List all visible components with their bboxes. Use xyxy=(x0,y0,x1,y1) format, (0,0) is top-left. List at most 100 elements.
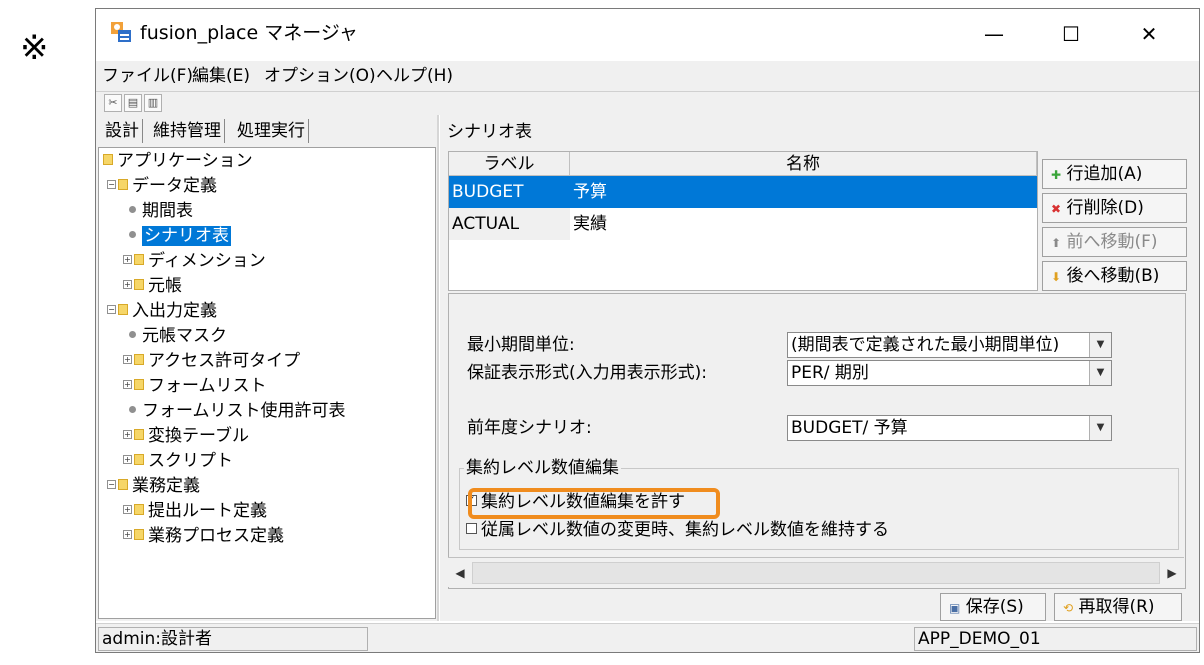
column-header-label[interactable]: ラベル xyxy=(449,152,570,176)
delete-row-button[interactable]: ✖ 行削除(D) xyxy=(1042,193,1187,223)
display-format-select[interactable]: PER/ 期別 ▼ xyxy=(787,360,1112,386)
delete-icon: ✖ xyxy=(1051,202,1062,216)
scroll-right-icon[interactable]: ▶ xyxy=(1162,562,1182,584)
tree-node-ledger-mask[interactable]: 元帳マスク xyxy=(127,325,227,347)
maximize-button[interactable]: ☐ xyxy=(1048,17,1094,51)
note-mark: ※ xyxy=(20,28,49,68)
cell-name: 予算 xyxy=(573,182,607,202)
expand-icon[interactable]: + xyxy=(123,530,132,539)
display-format-label: 保証表示形式(入力用表示形式): xyxy=(467,363,707,383)
leaf-icon xyxy=(129,406,136,413)
folder-icon xyxy=(134,354,144,365)
tab-maintenance[interactable]: 維持管理 xyxy=(150,119,225,143)
tree-node-period-table[interactable]: 期間表 xyxy=(127,200,193,222)
expand-icon[interactable]: + xyxy=(123,380,132,389)
reload-button[interactable]: ⟲ 再取得(R) xyxy=(1054,593,1182,621)
folder-icon xyxy=(118,304,128,315)
min-period-select[interactable]: (期間表で定義された最小期間単位) ▼ xyxy=(787,332,1112,358)
copy-icon[interactable]: ▤ xyxy=(124,94,142,112)
scrollbar-track[interactable] xyxy=(472,562,1160,584)
group-title: 集約レベル数値編集 xyxy=(464,457,621,479)
cell-name: 実績 xyxy=(573,214,607,234)
app-icon xyxy=(111,22,131,42)
status-app: APP_DEMO_01 xyxy=(914,627,1197,651)
chevron-down-icon: ▼ xyxy=(1089,333,1111,357)
status-bar: admin:設計者 APP_DEMO_01 xyxy=(96,623,1199,652)
tree-node-dimension[interactable]: + ディメンション xyxy=(123,250,266,272)
tab-design[interactable]: 設計 xyxy=(102,119,143,143)
cell-label: ACTUAL xyxy=(449,208,570,240)
tree-node-form-list[interactable]: + フォームリスト xyxy=(123,375,267,397)
add-row-button[interactable]: ✚ 行追加(A) xyxy=(1042,159,1187,189)
title-bar: fusion_place マネージャ — ☐ ✕ xyxy=(96,9,1199,59)
tree-node-form-list-permission[interactable]: フォームリスト使用許可表 xyxy=(127,400,346,422)
table-row[interactable]: BUDGET 予算 xyxy=(449,176,1037,208)
save-button[interactable]: ▣ 保存(S) xyxy=(940,593,1046,621)
folder-icon xyxy=(118,179,128,190)
right-pane: シナリオ表 ラベル 名称 BUDGET 予算 ACTUAL 実績 ✚ 行追加(A… xyxy=(440,115,1199,621)
tree-node-submit-route[interactable]: + 提出ルート定義 xyxy=(123,500,267,522)
prev-year-scenario-select[interactable]: BUDGET/ 予算 ▼ xyxy=(787,415,1112,441)
scroll-left-icon[interactable]: ◀ xyxy=(450,562,470,584)
tree-node-io-definition[interactable]: − 入出力定義 xyxy=(107,300,217,322)
paste-icon[interactable]: ▥ xyxy=(144,94,162,112)
expand-icon[interactable]: + xyxy=(123,430,132,439)
scenario-grid: ラベル 名称 BUDGET 予算 ACTUAL 実績 xyxy=(448,151,1038,291)
app-window: fusion_place マネージャ — ☐ ✕ ファイル(F) 編集(E) オ… xyxy=(95,8,1200,653)
folder-icon xyxy=(134,254,144,265)
menu-edit[interactable]: 編集(E) xyxy=(192,65,250,87)
expand-icon[interactable]: + xyxy=(123,455,132,464)
arrow-down-icon: ⬇ xyxy=(1051,270,1062,284)
folder-icon xyxy=(134,504,144,515)
tree-node-business-definition[interactable]: − 業務定義 xyxy=(107,475,200,497)
toolbar: ✂ ▤ ▥ xyxy=(96,91,1199,115)
menu-help[interactable]: ヘルプ(H) xyxy=(376,65,453,87)
move-down-button[interactable]: ⬇ 後へ移動(B) xyxy=(1042,261,1187,291)
tree-node-scenario-table[interactable]: シナリオ表 xyxy=(127,225,231,247)
close-button[interactable]: ✕ xyxy=(1126,17,1172,51)
tree-node-application[interactable]: アプリケーション xyxy=(103,150,253,172)
menu-file[interactable]: ファイル(F) xyxy=(102,65,193,87)
expand-icon[interactable]: + xyxy=(123,355,132,364)
tab-execution[interactable]: 処理実行 xyxy=(234,119,309,143)
collapse-icon[interactable]: − xyxy=(107,305,116,314)
plus-icon: ✚ xyxy=(1051,168,1062,182)
horizontal-scrollbar[interactable]: ◀ ▶ xyxy=(448,557,1184,587)
folder-icon xyxy=(134,529,144,540)
cell-label: BUDGET xyxy=(452,182,524,202)
status-user: admin:設計者 xyxy=(98,627,368,651)
expand-icon[interactable]: + xyxy=(123,255,132,264)
tree-node-ledger[interactable]: + 元帳 xyxy=(123,275,182,297)
scissors-icon[interactable]: ✂ xyxy=(104,94,122,112)
navigation-tree: アプリケーション − データ定義 期間表 シナリオ表 + ディメンション + 元帳 −… xyxy=(98,147,436,619)
leaf-icon xyxy=(129,331,136,338)
arrow-up-icon: ⬆ xyxy=(1051,236,1062,250)
tree-node-script[interactable]: + スクリプト xyxy=(123,450,233,472)
checkbox-icon[interactable] xyxy=(466,523,477,534)
highlight-box xyxy=(468,488,720,519)
refresh-icon: ⟲ xyxy=(1063,601,1074,615)
window-title: fusion_place マネージャ xyxy=(140,22,358,44)
table-row[interactable]: ACTUAL 実績 xyxy=(449,208,1037,240)
folder-icon xyxy=(134,379,144,390)
expand-icon[interactable]: + xyxy=(123,505,132,514)
tree-node-business-process[interactable]: + 業務プロセス定義 xyxy=(123,525,284,547)
menu-bar: ファイル(F) 編集(E) オプション(O) ヘルプ(H) xyxy=(96,61,1199,91)
move-up-button[interactable]: ⬆ 前へ移動(F) xyxy=(1042,227,1187,257)
collapse-icon[interactable]: − xyxy=(107,480,116,489)
menu-options[interactable]: オプション(O) xyxy=(264,65,376,87)
minimize-button[interactable]: — xyxy=(971,17,1017,51)
tree-node-conversion-table[interactable]: + 変換テーブル xyxy=(123,425,249,447)
folder-icon xyxy=(134,279,144,290)
tree-node-data-definition[interactable]: − データ定義 xyxy=(107,175,217,197)
expand-icon[interactable]: + xyxy=(123,280,132,289)
keep-aggregate-checkbox[interactable]: 従属レベル数値の変更時、集約レベル数値を維持する xyxy=(466,519,889,541)
chevron-down-icon: ▼ xyxy=(1089,416,1111,440)
leaf-icon xyxy=(129,206,136,213)
tree-node-access-type[interactable]: + アクセス許可タイプ xyxy=(123,350,300,372)
collapse-icon[interactable]: − xyxy=(107,180,116,189)
folder-icon xyxy=(134,454,144,465)
column-header-name[interactable]: 名称 xyxy=(570,152,1037,176)
prev-year-scenario-label: 前年度シナリオ: xyxy=(467,418,592,438)
left-pane: 設計 維持管理 処理実行 アプリケーション − データ定義 期間表 シナリオ表 +… xyxy=(96,115,439,621)
